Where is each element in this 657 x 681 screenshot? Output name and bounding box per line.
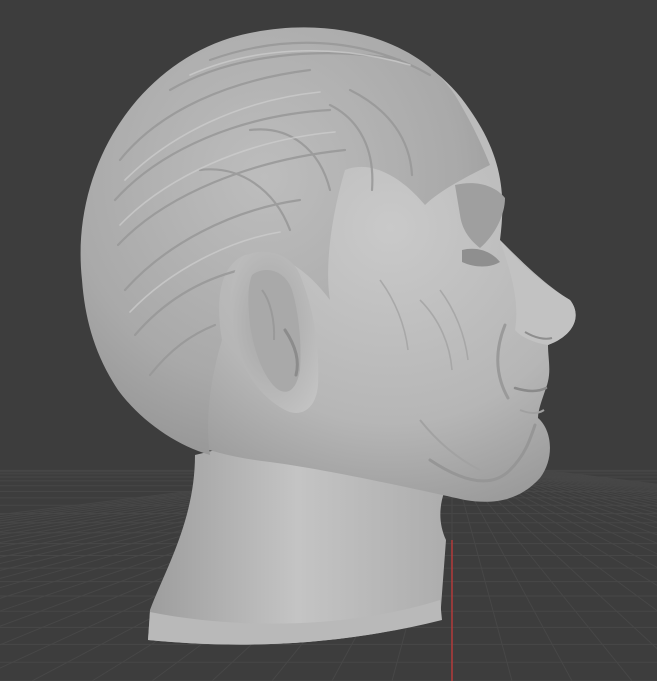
grid-line bbox=[463, 469, 657, 650]
grid-line bbox=[505, 469, 657, 502]
viewport-canvas[interactable] bbox=[0, 0, 657, 681]
grid-line bbox=[472, 469, 657, 568]
grid-line bbox=[481, 469, 657, 536]
grid-line bbox=[466, 469, 657, 612]
grid-line bbox=[541, 469, 657, 485]
grid-line bbox=[493, 469, 657, 514]
grid-line bbox=[484, 469, 657, 529]
sculpted-head-icon bbox=[80, 27, 576, 645]
3d-viewport[interactable] bbox=[0, 0, 657, 681]
grid-line bbox=[487, 469, 657, 523]
grid-line bbox=[490, 469, 657, 518]
